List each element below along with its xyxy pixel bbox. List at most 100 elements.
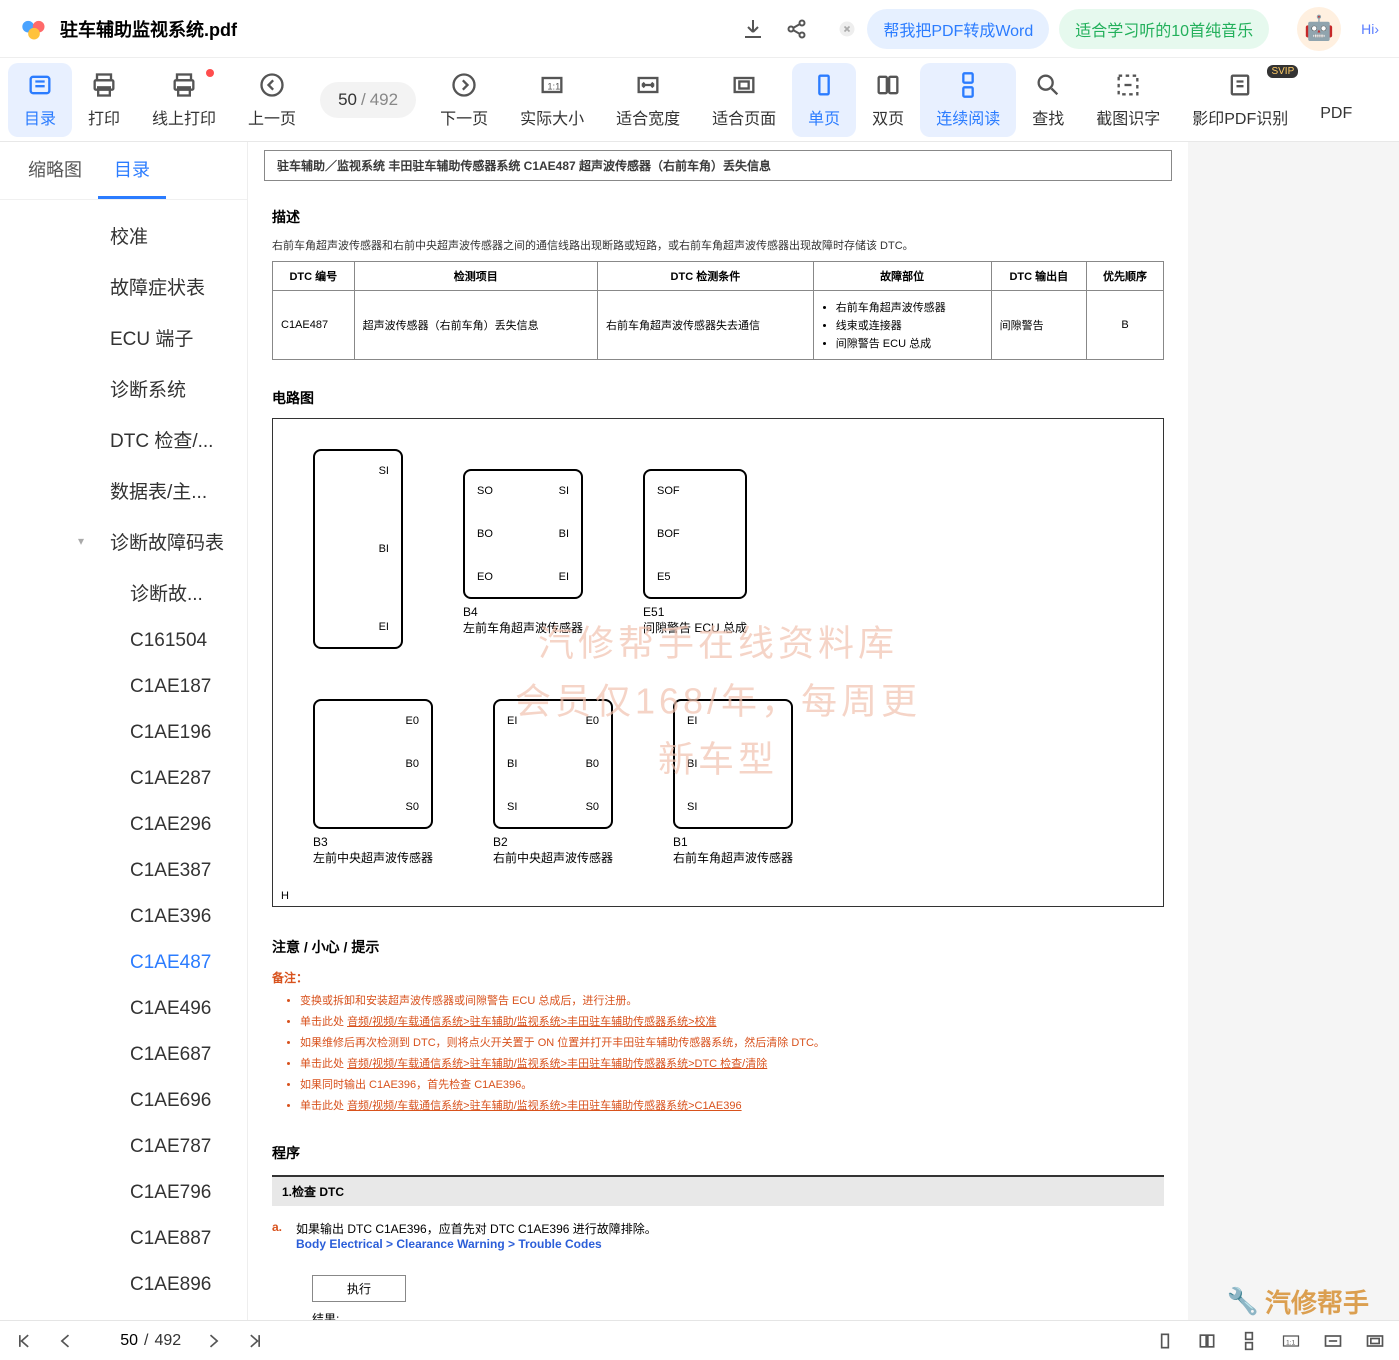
download-icon[interactable] bbox=[741, 17, 765, 41]
note-link[interactable]: 音频/视频/车载通信系统>驻车辅助/监视系统>丰田驻车辅助传感器系统>校准 bbox=[347, 1016, 716, 1028]
step-text: 如果输出 DTC C1AE396，应首先对 DTC C1AE396 进行故障排除… bbox=[296, 1220, 657, 1237]
procedure-header: 1.检查 DTC bbox=[272, 1175, 1164, 1206]
toc-item[interactable]: 诊断故... bbox=[0, 567, 247, 618]
file-title: 驻车辅助监视系统.pdf bbox=[60, 16, 237, 42]
step-link[interactable]: Body Electrical > Clearance Warning > Tr… bbox=[296, 1237, 657, 1251]
toc-item[interactable]: 校准 bbox=[0, 210, 247, 261]
pdf-button[interactable]: PDF bbox=[1304, 69, 1352, 131]
page-header-band: 驻车辅助／监视系统 丰田驻车辅助传感器系统 C1AE487 超声波传感器（右前车… bbox=[264, 150, 1172, 181]
dtc-table: DTC 编号 检测项目 DTC 检测条件 故障部位 DTC 输出自 优先顺序 C… bbox=[272, 261, 1164, 360]
page-number-input[interactable] bbox=[98, 1332, 138, 1350]
caret-down-icon: ▾ bbox=[78, 534, 84, 548]
toc-item[interactable]: C1AE187 bbox=[0, 664, 247, 710]
document-area[interactable]: 驻车辅助／监视系统 丰田驻车辅助传感器系统 C1AE487 超声波传感器（右前车… bbox=[248, 142, 1399, 1320]
prev-page-button[interactable]: 上一页 bbox=[232, 63, 312, 137]
double-page-button[interactable]: 双页 bbox=[856, 63, 920, 137]
toc-tree: 校准故障症状表ECU 端子诊断系统DTC 检查/...数据表/主...诊断故障码… bbox=[0, 200, 247, 1320]
page-indicator[interactable]: 50 / 492 bbox=[320, 82, 416, 118]
toc-item[interactable]: C1AE387 bbox=[0, 848, 247, 894]
dtc-th: DTC 检测条件 bbox=[598, 262, 814, 291]
toc-item[interactable]: C1AE987 bbox=[0, 1308, 247, 1320]
svg-text:1:1: 1:1 bbox=[547, 81, 560, 91]
fit-page-button[interactable]: 适合页面 bbox=[696, 63, 792, 137]
suggestions-bar: 帮我把PDF转成Word 适合学习听的10首纯音乐 bbox=[829, 5, 1277, 53]
circuit-box: EIE0 BIB0 SIS0 bbox=[493, 699, 613, 829]
share-icon[interactable] bbox=[785, 17, 809, 41]
print-online-button[interactable]: 线上打印 bbox=[136, 63, 232, 137]
toc-item[interactable]: C1AE787 bbox=[0, 1124, 247, 1170]
toc-item[interactable]: C1AE196 bbox=[0, 710, 247, 756]
toc-item[interactable]: C1AE887 bbox=[0, 1216, 247, 1262]
toolbar: 目录 打印 线上打印 上一页 50 / 492 下一页 1:1 实际大小 适合宽… bbox=[0, 58, 1399, 142]
toc-item[interactable]: C1AE287 bbox=[0, 756, 247, 802]
note-link[interactable]: 音频/视频/车载通信系统>驻车辅助/监视系统>丰田驻车辅助传感器系统>DTC 检… bbox=[347, 1058, 767, 1070]
hi-badge[interactable]: Hi› bbox=[1361, 21, 1379, 37]
first-page-icon[interactable] bbox=[14, 1331, 34, 1351]
dtc-td: C1AE487 bbox=[273, 291, 355, 360]
notes-list: 变换或拆卸和安装超声波传感器或间隙警告 ECU 总成后，进行注册。单击此处 音频… bbox=[272, 992, 1164, 1113]
dtc-th: 故障部位 bbox=[813, 262, 991, 291]
snip-ocr-button[interactable]: 截图识字 bbox=[1080, 63, 1176, 137]
toc-item[interactable]: C1AE696 bbox=[0, 1078, 247, 1124]
svip-badge: SVIP bbox=[1267, 65, 1298, 78]
actual-size-button[interactable]: 1:1 实际大小 bbox=[504, 63, 600, 137]
fit-page-icon[interactable] bbox=[1365, 1331, 1385, 1351]
view-single-icon[interactable] bbox=[1155, 1331, 1175, 1351]
print-button[interactable]: 打印 bbox=[72, 63, 136, 137]
toc-button[interactable]: 目录 bbox=[8, 63, 72, 137]
last-page-icon[interactable] bbox=[245, 1331, 265, 1351]
sidebar: 缩略图 目录 校准故障症状表ECU 端子诊断系统DTC 检查/...数据表/主.… bbox=[0, 142, 248, 1320]
tab-thumbnails[interactable]: 缩略图 bbox=[12, 142, 98, 199]
header: 驻车辅助监视系统.pdf 帮我把PDF转成Word 适合学习听的10首纯音乐 🤖… bbox=[0, 0, 1399, 58]
toc-item[interactable]: ECU 端子 bbox=[0, 312, 247, 363]
view-continuous-icon[interactable] bbox=[1239, 1331, 1259, 1351]
note-link[interactable]: 音频/视频/车载通信系统>驻车辅助/监视系统>丰田驻车辅助传感器系统>C1AE3… bbox=[347, 1100, 742, 1112]
close-suggestions-icon[interactable] bbox=[837, 19, 857, 39]
toc-item[interactable]: C1AE396 bbox=[0, 894, 247, 940]
chip-music[interactable]: 适合学习听的10首纯音乐 bbox=[1059, 9, 1269, 49]
circuit-box: SI BI EI bbox=[313, 449, 403, 649]
dtc-td: 超声波传感器（右前车角）丢失信息 bbox=[354, 291, 597, 360]
dtc-td: 右前车角超声波传感器 线束或连接器 间隙警告 ECU 总成 bbox=[813, 291, 991, 360]
toc-item[interactable]: C1AE296 bbox=[0, 802, 247, 848]
toc-item[interactable]: 诊断系统 bbox=[0, 363, 247, 414]
view-double-icon[interactable] bbox=[1197, 1331, 1217, 1351]
dtc-td: 间隙警告 bbox=[991, 291, 1086, 360]
execute-button[interactable]: 执行 bbox=[312, 1275, 406, 1302]
sidebar-tabs: 缩略图 目录 bbox=[0, 142, 247, 200]
page-input[interactable]: / 492 bbox=[98, 1332, 181, 1350]
toc-item[interactable]: DTC 检查/... bbox=[0, 414, 247, 465]
toc-item[interactable]: C1AE796 bbox=[0, 1170, 247, 1216]
note-item: 单击此处 音频/视频/车载通信系统>驻车辅助/监视系统>丰田驻车辅助传感器系统>… bbox=[300, 1013, 1164, 1029]
next-page-icon[interactable] bbox=[203, 1331, 223, 1351]
dtc-th: 检测项目 bbox=[354, 262, 597, 291]
prev-page-icon[interactable] bbox=[56, 1331, 76, 1351]
note-item: 如果维修后再次检测到 DTC，则将点火开关置于 ON 位置并打开丰田驻车辅助传感… bbox=[300, 1034, 1164, 1050]
bottom-bar: / 492 1:1 bbox=[0, 1320, 1399, 1360]
toc-item[interactable]: 数据表/主... bbox=[0, 465, 247, 516]
toc-item[interactable]: C1AE896 bbox=[0, 1262, 247, 1308]
continuous-button[interactable]: 连续阅读 bbox=[920, 63, 1016, 137]
page-current: 50 bbox=[338, 90, 357, 110]
section-procedure: 程序 bbox=[272, 1143, 1164, 1163]
single-page-button[interactable]: 单页 bbox=[792, 63, 856, 137]
toc-item[interactable]: 故障症状表 bbox=[0, 261, 247, 312]
next-page-button[interactable]: 下一页 bbox=[424, 63, 504, 137]
fit-width-button[interactable]: 适合宽度 bbox=[600, 63, 696, 137]
tab-toc[interactable]: 目录 bbox=[98, 142, 166, 199]
dtc-th: 优先顺序 bbox=[1087, 262, 1164, 291]
toc-item[interactable]: C1AE687 bbox=[0, 1032, 247, 1078]
fit-width-icon[interactable] bbox=[1323, 1331, 1343, 1351]
circuit-box: E0 B0 S0 bbox=[313, 699, 433, 829]
zoom-11-icon[interactable]: 1:1 bbox=[1281, 1331, 1301, 1351]
chip-pdf-to-word[interactable]: 帮我把PDF转成Word bbox=[867, 9, 1049, 49]
toc-item[interactable]: C161504 bbox=[0, 618, 247, 664]
avatar[interactable]: 🤖 bbox=[1297, 7, 1341, 51]
toc-item[interactable]: C1AE487 bbox=[0, 940, 247, 986]
toc-item[interactable]: C1AE496 bbox=[0, 986, 247, 1032]
find-button[interactable]: 查找 bbox=[1016, 63, 1080, 137]
shadow-pdf-button[interactable]: SVIP 影印PDF识别 bbox=[1176, 63, 1304, 137]
note-item: 如果同时输出 C1AE396，首先检查 C1AE396。 bbox=[300, 1076, 1164, 1092]
toc-item[interactable]: 诊断故障码表▾ bbox=[0, 516, 247, 567]
section-description: 描述 bbox=[272, 207, 1164, 227]
